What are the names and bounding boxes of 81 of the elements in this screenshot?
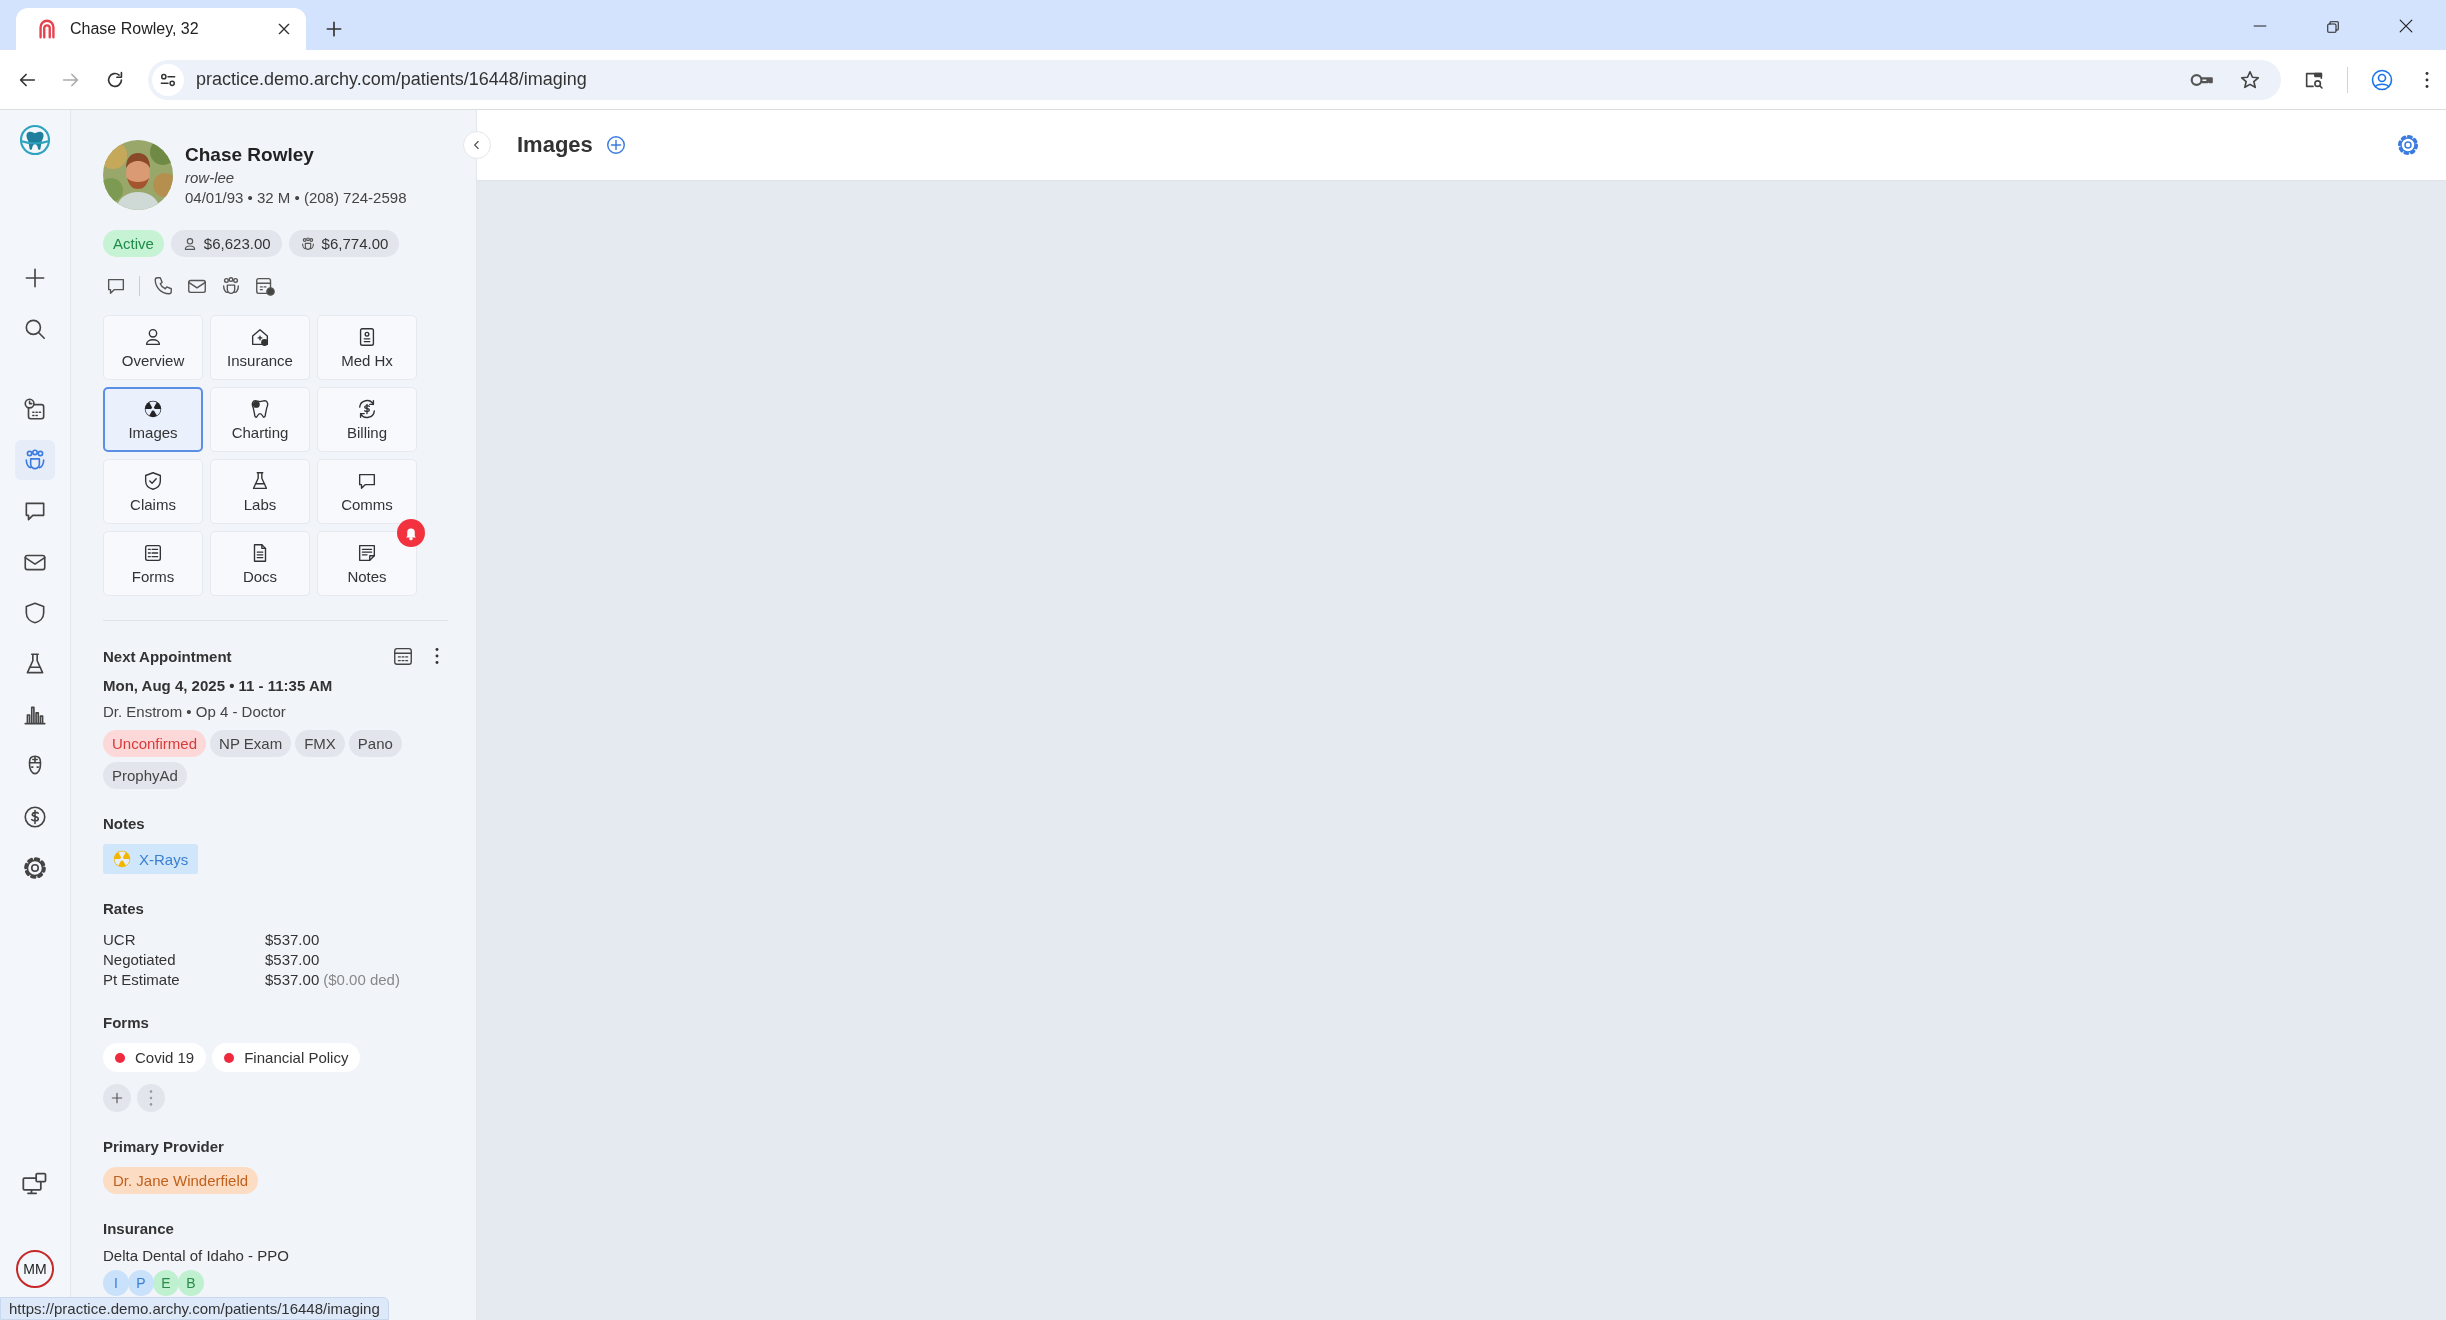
status-tag: Unconfirmed bbox=[103, 730, 207, 757]
coverage-badge: B bbox=[178, 1270, 204, 1296]
calendar-add-icon[interactable] bbox=[254, 275, 276, 297]
section-title: Rates bbox=[103, 900, 145, 917]
page-title: Images bbox=[517, 132, 593, 158]
patient-details: 04/01/93 • 32 M • (208) 724-2598 bbox=[185, 189, 407, 206]
note-icon bbox=[356, 542, 378, 564]
close-tab-icon[interactable] bbox=[276, 21, 292, 37]
house-icon bbox=[249, 326, 271, 348]
new-tab-icon[interactable] bbox=[324, 19, 344, 39]
rate-value: $537.00 bbox=[265, 931, 320, 948]
nav-tile[interactable]: Overview bbox=[103, 315, 203, 380]
address-bar[interactable]: practice.demo.archy.com/patients/16448/imaging bbox=[148, 59, 2281, 100]
coverage-badge: P bbox=[128, 1270, 154, 1296]
rate-label: UCR bbox=[103, 931, 137, 948]
nav-tile[interactable]: Med Hx bbox=[317, 315, 417, 380]
tab-title: Chase Rowley, 32 bbox=[70, 20, 200, 38]
rate-note: ($0.00 ded) bbox=[323, 971, 400, 988]
add-image-icon[interactable] bbox=[604, 134, 627, 156]
insurance-plan: Delta Dental of Idaho - PPO bbox=[103, 1247, 290, 1264]
appointment-date: Mon, Aug 4, 2025 • 11 - 11:35 AM bbox=[103, 677, 334, 694]
rate-value: $537.00 bbox=[265, 971, 320, 988]
form-icon bbox=[142, 542, 164, 564]
add-form-button[interactable] bbox=[103, 1084, 131, 1112]
radiation-icon bbox=[111, 848, 133, 870]
nav-tile[interactable]: Billing bbox=[317, 387, 417, 452]
nav-tile[interactable]: Comms bbox=[317, 459, 417, 524]
appointment-provider: Dr. Enstrom • Op 4 - Doctor bbox=[103, 703, 287, 720]
bookmark-star-icon[interactable] bbox=[2239, 68, 2261, 91]
shield-check-icon bbox=[142, 470, 164, 492]
status-badge: Active bbox=[103, 230, 164, 257]
nav-tile[interactable]: Docs bbox=[210, 531, 310, 596]
family-icon[interactable] bbox=[220, 275, 242, 297]
notification-badge[interactable] bbox=[397, 519, 425, 547]
rate-label: Pt Estimate bbox=[103, 971, 181, 988]
nav-tile[interactable]: Images bbox=[103, 387, 203, 452]
status-url-tooltip: https://practice.demo.archy.com/patients/16448/imaging bbox=[0, 1297, 389, 1320]
dollar-icon bbox=[22, 804, 48, 830]
user-avatar[interactable]: MM bbox=[16, 1250, 54, 1288]
section-title: Notes bbox=[103, 815, 146, 832]
rate-label: Negotiated bbox=[103, 951, 177, 968]
name-pronunciation: row-lee bbox=[185, 169, 236, 186]
nav-tile[interactable]: Notes bbox=[317, 531, 417, 596]
phone-icon[interactable] bbox=[152, 275, 174, 297]
rate-value: $537.00 bbox=[265, 951, 320, 968]
procedure-tag: NP Exam bbox=[210, 730, 292, 757]
patient-name: Chase Rowley bbox=[185, 144, 315, 166]
nav-tile[interactable]: Forms bbox=[103, 531, 203, 596]
radiation-icon bbox=[142, 398, 164, 420]
form-chip[interactable]: Financial Policy bbox=[212, 1043, 361, 1072]
plus-icon bbox=[110, 1091, 124, 1105]
coverage-badge: E bbox=[153, 1270, 179, 1296]
provider-tag: Dr. Jane Winderfield bbox=[103, 1167, 259, 1194]
section-title: Insurance bbox=[103, 1220, 175, 1237]
nav-tile[interactable]: Charting bbox=[210, 387, 310, 452]
calendar-icon[interactable] bbox=[392, 645, 414, 667]
dollar-refresh-icon bbox=[356, 398, 378, 420]
restore-icon[interactable] bbox=[2324, 18, 2342, 36]
more-icon bbox=[149, 1090, 153, 1106]
procedure-tag: Pano bbox=[348, 730, 402, 757]
coverage-badge: I bbox=[103, 1270, 129, 1296]
url-text: practice.demo.archy.com/patients/16448/imaging bbox=[196, 69, 587, 90]
procedure-tag: FMX bbox=[295, 730, 345, 757]
settings-icon[interactable] bbox=[2396, 133, 2420, 157]
app-logo-icon bbox=[36, 18, 58, 40]
nav-tile[interactable]: Insurance bbox=[210, 315, 310, 380]
section-title: Forms bbox=[103, 1014, 150, 1031]
nav-tile[interactable]: Labs bbox=[210, 459, 310, 524]
settings-icon bbox=[22, 855, 48, 881]
procedure-tag: ProphyAd bbox=[103, 762, 187, 789]
family-icon bbox=[299, 235, 316, 252]
section-title: Primary Provider bbox=[103, 1138, 225, 1155]
nav-tile[interactable]: Claims bbox=[103, 459, 203, 524]
section-title: Next Appointment bbox=[103, 647, 232, 665]
balance-amount: $6,774.00 bbox=[321, 235, 389, 252]
tooth-icon bbox=[249, 398, 271, 420]
form-chip[interactable]: Covid 19 bbox=[103, 1043, 207, 1072]
balance-amount: $6,623.00 bbox=[203, 235, 271, 252]
profile-icon[interactable] bbox=[2370, 67, 2394, 92]
browser-tab[interactable]: Chase Rowley, 32 bbox=[16, 8, 306, 50]
app-logo-icon[interactable] bbox=[19, 124, 51, 156]
